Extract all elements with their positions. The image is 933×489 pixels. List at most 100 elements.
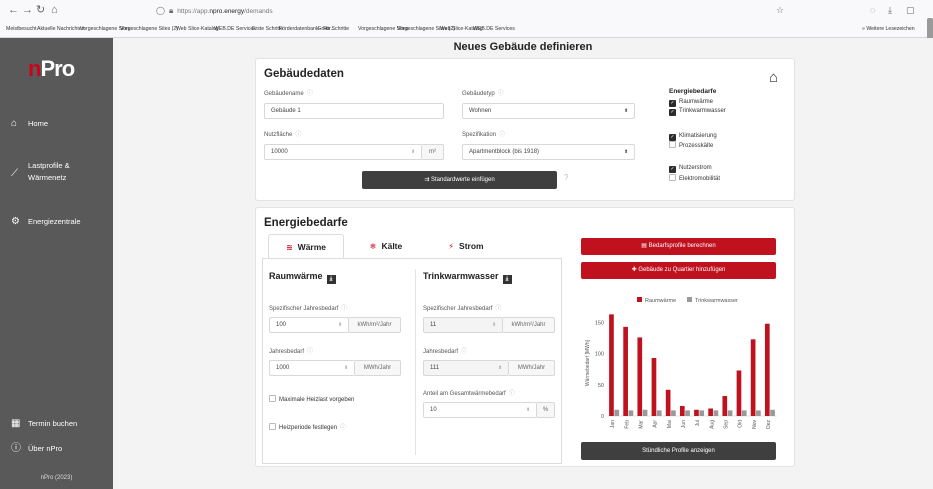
bar bbox=[614, 409, 620, 416]
energy-needs-card: Energiebedarfe ≋ Wärme ❄ Kälte ⚡ Strom Raum… bbox=[255, 207, 795, 467]
sidebar-item-label: Home bbox=[28, 119, 49, 128]
y-tick-label: 100 bbox=[595, 352, 604, 358]
legend-swatch bbox=[687, 297, 692, 302]
spinner-icon[interactable]: ⬍ bbox=[526, 403, 530, 417]
bookmark-star-icon[interactable]: ☆ bbox=[776, 5, 784, 16]
dhw-title: Trinkwarmwasser ⤓ bbox=[423, 271, 512, 284]
bookmark-item[interactable]: Meistbesucht bbox=[6, 26, 37, 32]
field-label: Jahresbedarf ⓘ bbox=[269, 349, 314, 355]
divider bbox=[415, 269, 416, 455]
spinner-icon[interactable]: ⬍ bbox=[492, 318, 496, 332]
sidebar-item-label: Termin buchen bbox=[28, 419, 78, 428]
sidebar-footer: nPro (2023) bbox=[40, 475, 73, 481]
chevron-updown-icon: ⬍ bbox=[624, 108, 629, 114]
address-bar[interactable]: ◯ 🔒︎ https://app.npro.energy/demands bbox=[156, 4, 676, 17]
pocket-icon[interactable]: ◌ bbox=[870, 5, 875, 15]
need-checkbox[interactable]: ✓ Nutzerstrom bbox=[669, 164, 712, 173]
help-icon[interactable]: ? bbox=[564, 173, 568, 182]
bookmark-item[interactable]: Vorgeschlagene Sites (2) bbox=[120, 26, 178, 32]
y-tick-label: 50 bbox=[598, 383, 604, 389]
insert-defaults-button[interactable]: ⇉ Standardwerte einfügen bbox=[362, 171, 557, 189]
sidebar-item-energiezentrale[interactable]: ⚙ Energiezentrale bbox=[0, 216, 113, 252]
bar bbox=[764, 323, 770, 416]
bar bbox=[699, 410, 705, 416]
bookmark-item[interactable]: Web Slice-Katalog bbox=[176, 26, 219, 32]
sidebar-item-home[interactable]: ⌂ Home bbox=[0, 118, 113, 154]
building-type-select[interactable]: Wohnen bbox=[462, 103, 635, 119]
download-icon[interactable]: ⤓ bbox=[326, 275, 336, 284]
url-domain: npro.energy bbox=[209, 8, 245, 15]
npro-logo[interactable]: nPro bbox=[28, 56, 75, 82]
tab-kaelte[interactable]: ❄ Kälte bbox=[348, 234, 424, 260]
url-prefix: https://app. bbox=[177, 8, 210, 15]
monthly-demand-chart: Raumwärme Trinkwarmwasser 0 50 100 150 Wärmebe… bbox=[585, 297, 777, 429]
home-icon[interactable]: ⌂ bbox=[769, 69, 778, 86]
need-label: Nutzerstrom bbox=[679, 165, 712, 171]
bar bbox=[750, 339, 756, 416]
spinner-icon[interactable]: ⬍ bbox=[338, 318, 342, 332]
bookmark-item[interactable]: Erste Schritte bbox=[318, 26, 349, 32]
back-icon[interactable]: ← bbox=[8, 4, 19, 16]
bookmark-item[interactable]: WEB.DE Services bbox=[473, 26, 515, 32]
bookmarks-more-folder[interactable]: » Weitere Lesezeichen bbox=[862, 26, 915, 32]
tab-strom[interactable]: ⚡ Strom bbox=[428, 234, 504, 260]
download-icon[interactable]: ⤓ bbox=[888, 5, 892, 16]
document-icon: ▤ bbox=[641, 243, 649, 249]
max-heat-load-checkbox[interactable]: Maximale Heizlast vorgeben bbox=[269, 395, 354, 403]
show-hourly-profiles-button[interactable]: Stündliche Profile anzeigen bbox=[581, 442, 776, 460]
download-icon[interactable]: ⤓ bbox=[502, 275, 512, 284]
field-label: Jahresbedarf ⓘ bbox=[423, 349, 468, 355]
spinner-icon[interactable]: ⬍ bbox=[498, 361, 502, 375]
y-tick-label: 150 bbox=[595, 320, 604, 326]
sidebar-item-lastprofile[interactable]: ⟋ Lastprofile & Wärmenetz bbox=[0, 160, 113, 196]
bookmark-item[interactable]: WEB.DE Services bbox=[214, 26, 256, 32]
dhw-share-input[interactable]: 10 bbox=[423, 402, 537, 418]
legend-label: Raumwärme bbox=[645, 298, 676, 304]
heating-period-checkbox[interactable]: Heizperiode festlegen ⓘ bbox=[269, 422, 346, 431]
area-input[interactable]: 10000 bbox=[264, 144, 422, 160]
need-checkbox[interactable]: ✓ Raumwärme bbox=[669, 98, 713, 107]
unit-label: kWh/m²/Jahr bbox=[503, 317, 555, 333]
forward-icon[interactable]: → bbox=[22, 4, 33, 16]
dhw-spec-demand-input[interactable]: 11 bbox=[423, 317, 503, 333]
need-checkbox[interactable]: ✓ Trinkwarmwasser bbox=[669, 107, 726, 116]
home-icon: ⌂ bbox=[11, 118, 18, 129]
bar bbox=[722, 396, 728, 416]
help-icon: ⓘ bbox=[499, 132, 506, 138]
bookmarks-bar: Meistbesucht Aktuelle Nachrichten Vorgesch… bbox=[0, 24, 933, 36]
need-checkbox[interactable]: ✓ Klimatisierung bbox=[669, 132, 717, 141]
calculate-profiles-button[interactable]: ▤ Bedarfsprofile berechnen bbox=[581, 238, 776, 255]
reload-icon[interactable]: ↻ bbox=[36, 4, 45, 16]
building-name-input[interactable]: Gebäude 1 bbox=[264, 103, 444, 119]
home-browser-icon[interactable]: ⌂ bbox=[51, 4, 58, 16]
waerme-panel: Raumwärme ⤓ Spezifischer Jahresbedarf ⓘ 10… bbox=[262, 258, 562, 464]
section-heading: Gebäudedaten bbox=[264, 68, 344, 80]
add-to-district-button[interactable]: ✚ Gebäude zu Quartier hinzufügen bbox=[581, 262, 776, 279]
room-annual-demand-input[interactable]: 1000 bbox=[269, 360, 355, 376]
specification-select[interactable]: Apartmentblock (bis 1918) bbox=[462, 144, 635, 160]
x-tick-label: Mai bbox=[667, 420, 673, 428]
x-tick-label: Apr bbox=[653, 420, 659, 428]
sidebar-item-label: Energiezentrale bbox=[28, 217, 81, 226]
x-tick-label: Jan bbox=[610, 420, 616, 428]
tab-waerme[interactable]: ≋ Wärme bbox=[268, 234, 344, 260]
help-icon: ⓘ bbox=[307, 349, 314, 355]
sidebar: nPro ⌂ Home ⟋ Lastprofile & Wärmenetz ⚙ … bbox=[0, 38, 113, 489]
help-icon: ⓘ bbox=[306, 91, 313, 97]
need-checkbox[interactable]: Elektromobilität bbox=[669, 174, 720, 183]
checkbox-icon bbox=[269, 395, 276, 402]
checkbox-icon: ✓ bbox=[669, 100, 676, 107]
sidebar-item-about[interactable]: ⓘ Über nPro bbox=[0, 443, 113, 479]
need-label: Prozesskälte bbox=[679, 143, 714, 149]
bookmark-item[interactable]: Aktuelle Nachrichten bbox=[37, 26, 85, 32]
extensions-icon[interactable]: ▢ bbox=[906, 5, 915, 16]
bar bbox=[637, 337, 643, 416]
need-checkbox[interactable]: Prozesskälte bbox=[669, 141, 713, 150]
spinner-icon[interactable]: ⬍ bbox=[411, 145, 415, 159]
copy-icon: ⇉ bbox=[424, 177, 431, 183]
field-label: Nutzfläche ⓘ bbox=[264, 132, 302, 138]
spinner-icon[interactable]: ⬍ bbox=[344, 361, 348, 375]
unit-label: kWh/m²/Jahr bbox=[349, 317, 401, 333]
room-spec-demand-input[interactable]: 100 bbox=[269, 317, 349, 333]
dhw-annual-demand-input[interactable]: 111 bbox=[423, 360, 509, 376]
